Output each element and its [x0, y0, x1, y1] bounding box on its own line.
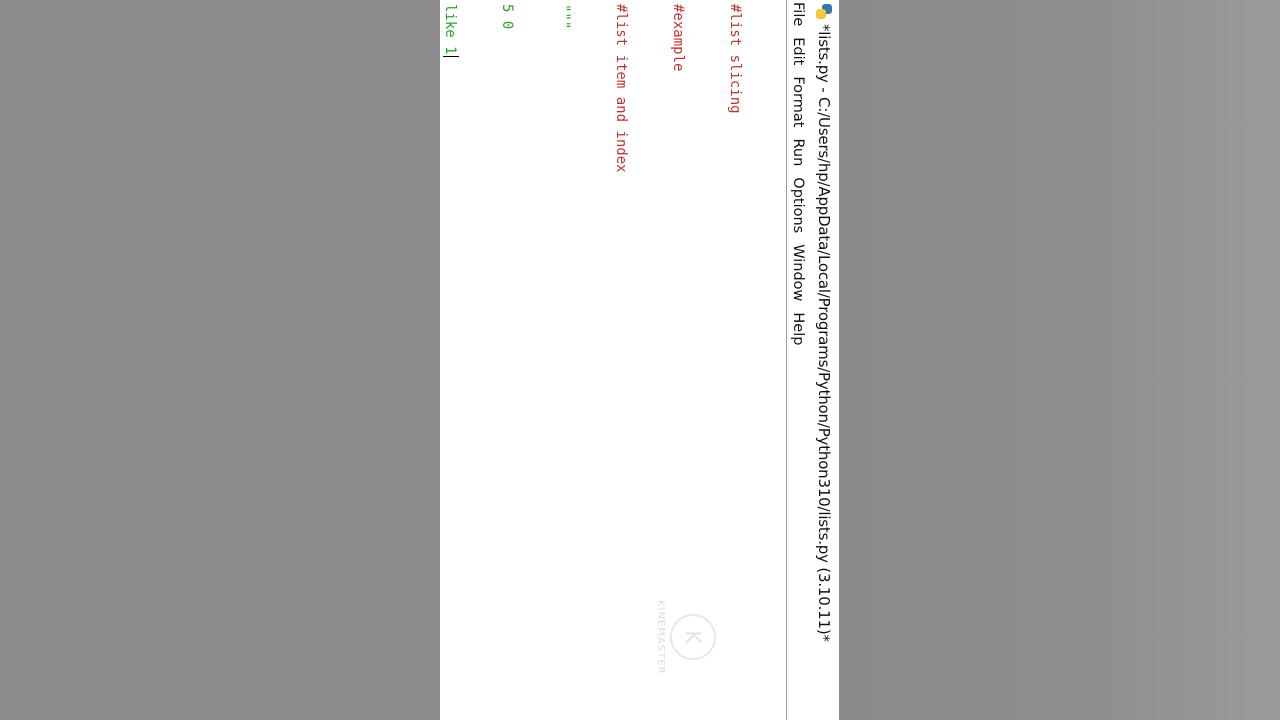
- text-cursor: [443, 55, 459, 58]
- menu-window[interactable]: Window: [790, 244, 806, 301]
- menu-edit[interactable]: Edit: [790, 37, 806, 65]
- code-editor[interactable]: #list slicing #example #list item and in…: [440, 0, 786, 720]
- kinemaster-logo-icon: K: [670, 614, 716, 660]
- watermark-text: KINEMASTER: [655, 600, 666, 675]
- title-bar: *lists.py - C:/Users/hp/AppData/Local/Pr…: [809, 0, 839, 720]
- menu-options[interactable]: Options: [790, 177, 806, 233]
- menu-bar: File Edit Format Run Options Window Help: [788, 0, 808, 720]
- menu-file[interactable]: File: [790, 2, 806, 26]
- code-line-6: like 1: [440, 4, 459, 173]
- left-letterbox: [0, 0, 440, 720]
- menu-run[interactable]: Run: [790, 138, 806, 166]
- python-icon: [815, 2, 833, 20]
- right-letterbox: [839, 0, 1280, 720]
- code-line-4: """: [556, 4, 572, 30]
- window-title: *lists.py - C:/Users/hp/AppData/Local/Pr…: [815, 24, 833, 642]
- code-line-5: 5 0: [499, 4, 515, 30]
- screen: *lists.py - C:/Users/hp/AppData/Local/Pr…: [0, 0, 1280, 720]
- code-line-2: #example: [670, 4, 686, 72]
- code-line-6-text: like 1: [442, 4, 458, 55]
- code-line-1: #list slicing: [727, 4, 743, 114]
- code-line-3: #list item and index: [613, 4, 629, 173]
- menu-help[interactable]: Help: [790, 312, 806, 345]
- rotated-recording: *lists.py - C:/Users/hp/AppData/Local/Pr…: [440, 0, 839, 720]
- idle-editor-window: *lists.py - C:/Users/hp/AppData/Local/Pr…: [440, 0, 839, 720]
- menu-format[interactable]: Format: [790, 76, 806, 127]
- code-text[interactable]: #list slicing #example #list item and in…: [440, 4, 782, 173]
- menu-divider: [786, 0, 787, 720]
